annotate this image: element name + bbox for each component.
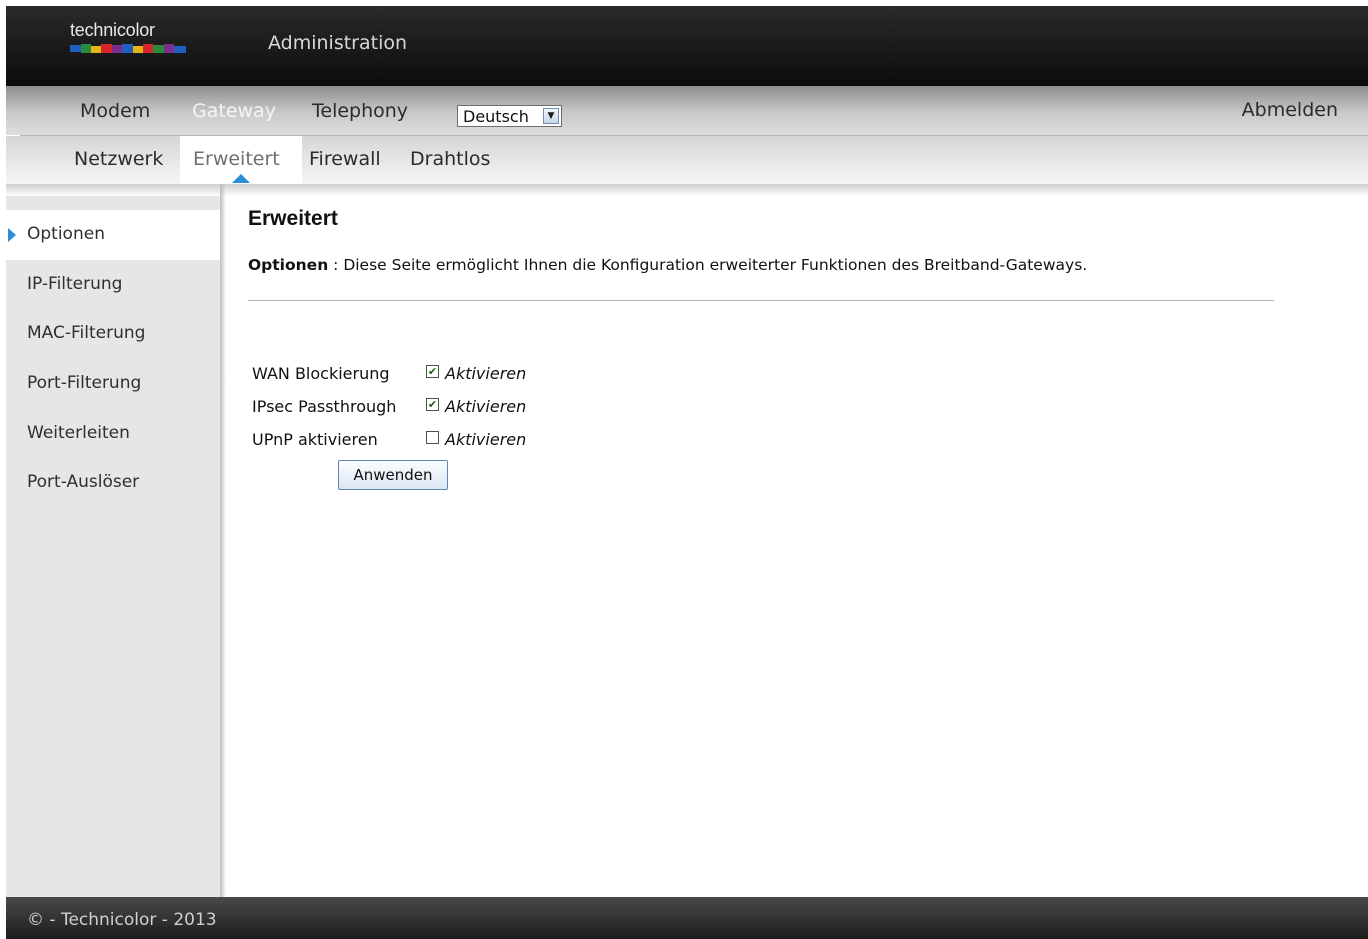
- sidebar-item-ip-filterung[interactable]: IP-Filterung: [6, 260, 220, 310]
- description-separator: :: [328, 256, 344, 274]
- option-label: IPsec Passthrough: [252, 397, 397, 416]
- language-select[interactable]: Deutsch ▼: [457, 105, 562, 127]
- ipsec-passthrough-checkbox[interactable]: ✔: [426, 398, 439, 411]
- sidebar-item-port-ausloeser[interactable]: Port-Auslöser: [6, 458, 220, 508]
- tab-drahtlos[interactable]: Drahtlos: [410, 148, 490, 170]
- content-heading: Erweitert: [248, 207, 338, 230]
- nav-item-gateway[interactable]: Gateway: [192, 100, 276, 122]
- nav-item-modem[interactable]: Modem: [80, 100, 150, 122]
- copyright-text: © - Technicolor - 2013: [27, 910, 217, 930]
- sidebar-shadow: [220, 184, 226, 897]
- active-tab-marker-icon: [232, 174, 250, 183]
- technicolor-logo: technicolor: [70, 20, 190, 60]
- footer: © - Technicolor - 2013: [6, 897, 1368, 939]
- sidebar-item-label: Port-Auslöser: [27, 472, 140, 492]
- checkbox-label[interactable]: Aktivieren: [445, 430, 526, 449]
- nav-item-telephony[interactable]: Telephony: [312, 100, 408, 122]
- sidebar-item-label: MAC-Filterung: [27, 323, 146, 343]
- checkbox-label[interactable]: Aktivieren: [445, 364, 526, 383]
- description-label: Optionen: [248, 256, 329, 274]
- page: technicolor Administration Modem Gateway…: [0, 0, 1368, 939]
- sidebar: Optionen IP-Filterung MAC-Filterung Port…: [6, 196, 220, 897]
- divider: [248, 300, 1274, 301]
- option-label: WAN Blockierung: [252, 364, 390, 383]
- sidebar-item-port-filterung[interactable]: Port-Filterung: [6, 359, 220, 409]
- tab-firewall[interactable]: Firewall: [309, 148, 381, 170]
- language-select-value: Deutsch: [463, 107, 529, 126]
- chevron-down-icon[interactable]: ▼: [543, 108, 559, 124]
- header-bar: technicolor Administration: [6, 6, 1368, 86]
- sidebar-item-mac-filterung[interactable]: MAC-Filterung: [6, 309, 220, 359]
- tab-erweitert[interactable]: Erweitert: [193, 148, 280, 170]
- sidebar-item-label: Port-Filterung: [27, 373, 142, 393]
- checkbox-label[interactable]: Aktivieren: [445, 397, 526, 416]
- page-title: Administration: [268, 32, 408, 54]
- sub-nav: Netzwerk Erweitert Firewall Drahtlos: [6, 136, 1368, 184]
- apply-button[interactable]: Anwenden: [338, 460, 448, 490]
- logout-link[interactable]: Abmelden: [1242, 99, 1338, 121]
- sidebar-item-label: Optionen: [27, 224, 105, 244]
- option-label: UPnP aktivieren: [252, 430, 378, 449]
- page-description: Optionen : Diese Seite ermöglicht Ihnen …: [248, 256, 1087, 274]
- sidebar-item-label: Weiterleiten: [27, 423, 130, 443]
- sidebar-item-weiterleiten[interactable]: Weiterleiten: [6, 409, 220, 459]
- main-nav: Modem Gateway Telephony Deutsch ▼ Abmeld…: [6, 86, 1368, 135]
- caret-right-icon: [8, 228, 16, 242]
- sidebar-item-optionen[interactable]: Optionen: [6, 210, 220, 260]
- tab-netzwerk[interactable]: Netzwerk: [74, 148, 163, 170]
- wan-blockierung-checkbox[interactable]: ✔: [426, 365, 439, 378]
- upnp-checkbox[interactable]: [426, 431, 439, 444]
- sidebar-item-label: IP-Filterung: [27, 274, 123, 294]
- header-shadow: [6, 184, 1368, 196]
- logo-stripes-icon: [70, 44, 186, 53]
- description-text: Diese Seite ermöglicht Ihnen die Konfigu…: [343, 256, 1088, 274]
- logo-text: technicolor: [70, 20, 155, 40]
